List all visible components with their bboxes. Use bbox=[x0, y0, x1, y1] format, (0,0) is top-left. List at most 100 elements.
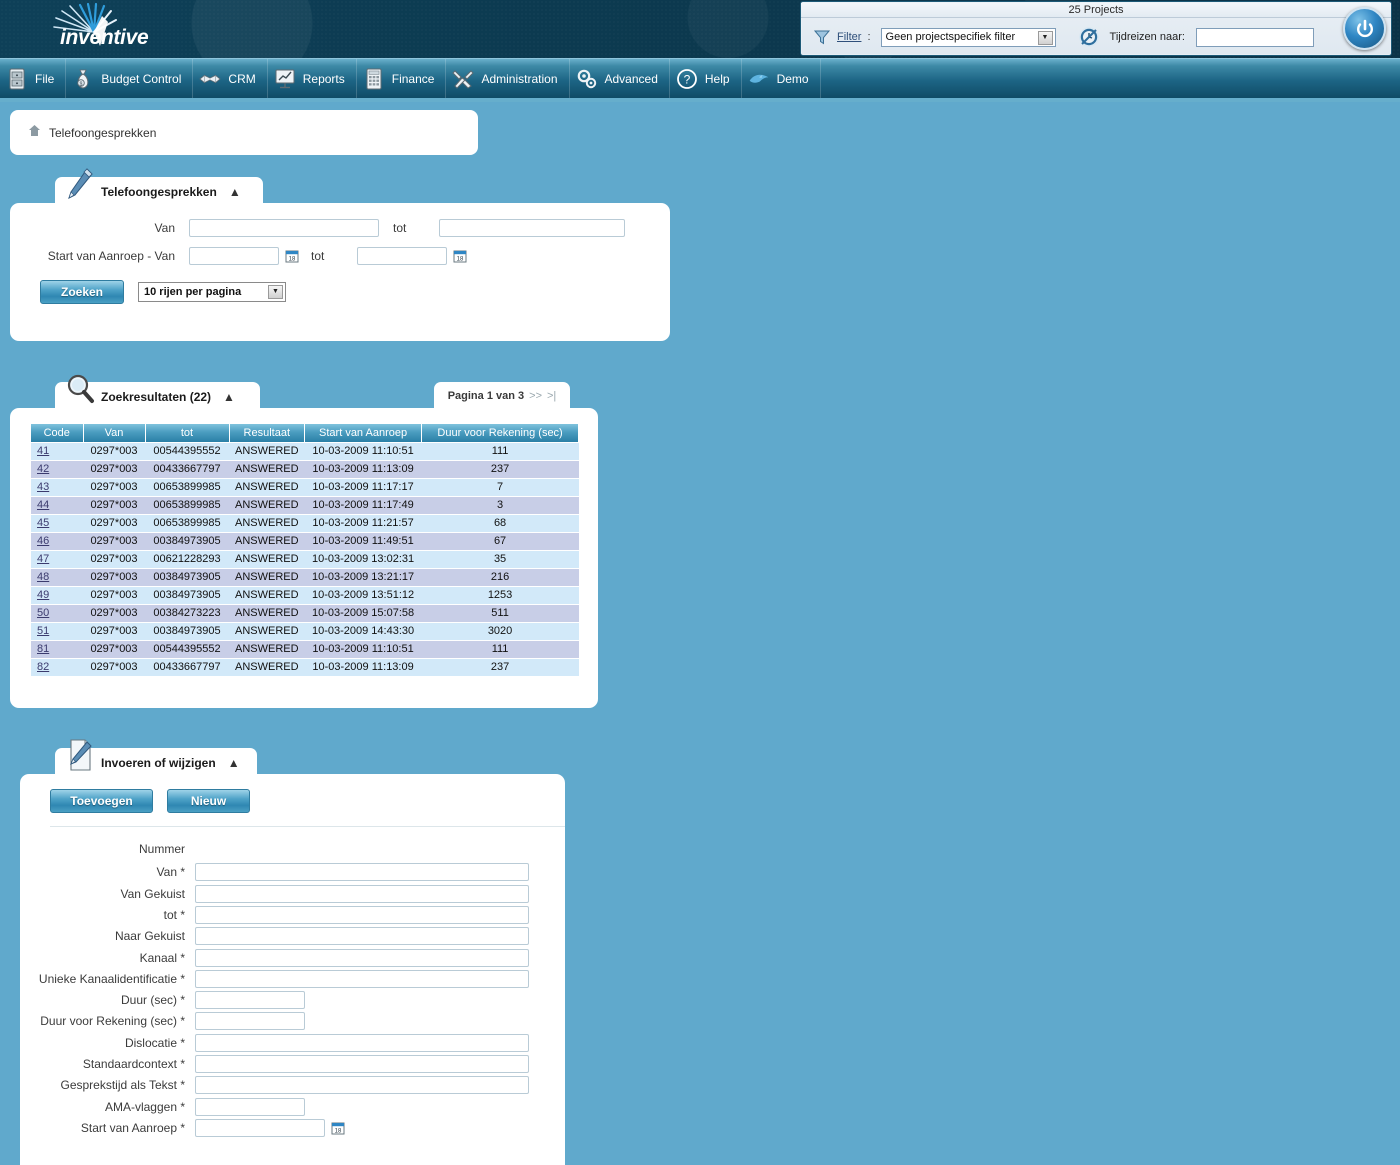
menu-item-reports[interactable]: Reports bbox=[268, 59, 357, 99]
results-panel-tab[interactable]: Zoekresultaten (22) ▲​ bbox=[55, 382, 260, 411]
cell-code[interactable]: 42 bbox=[31, 460, 83, 478]
chevron-up-icon[interactable]: ▲​ bbox=[228, 756, 240, 770]
cell-start: 10-03-2009 11:49:51 bbox=[305, 532, 422, 550]
cell-code[interactable]: 41 bbox=[31, 442, 83, 460]
search-input-start-tot[interactable] bbox=[357, 247, 447, 265]
edit-field-input[interactable] bbox=[195, 1034, 529, 1052]
menu-item-advanced[interactable]: Advanced bbox=[570, 59, 670, 99]
menu-item-demo[interactable]: Demo bbox=[742, 59, 821, 99]
cell-van: 0297*003 bbox=[83, 442, 145, 460]
row-code-link[interactable]: 51 bbox=[37, 625, 49, 637]
edit-field-input[interactable] bbox=[195, 991, 305, 1009]
cell-code[interactable]: 44 bbox=[31, 496, 83, 514]
power-button[interactable] bbox=[1343, 7, 1386, 50]
search-panel-tab[interactable]: Telefoongesprekken ▲​ bbox=[55, 177, 263, 206]
cell-code[interactable]: 46 bbox=[31, 532, 83, 550]
pager-next-link[interactable]: >> bbox=[529, 390, 542, 402]
money-bag-icon: $ bbox=[72, 67, 94, 91]
cell-code[interactable]: 43 bbox=[31, 478, 83, 496]
document-pen-icon bbox=[63, 736, 97, 776]
edit-field-input[interactable] bbox=[195, 927, 529, 945]
cell-code[interactable]: 50 bbox=[31, 604, 83, 622]
edit-field-input[interactable] bbox=[195, 1119, 325, 1137]
search-button[interactable]: Zoeken bbox=[40, 280, 124, 304]
row-code-link[interactable]: 48 bbox=[37, 571, 49, 583]
edit-field-input[interactable] bbox=[195, 1012, 305, 1030]
cell-code[interactable]: 47 bbox=[31, 550, 83, 568]
row-code-link[interactable]: 41 bbox=[37, 445, 49, 457]
table-row: 470297*00300621228293ANSWERED10-03-2009 … bbox=[31, 550, 579, 568]
edit-field-row: Naar Gekuist bbox=[20, 927, 529, 945]
table-row: 440297*00300653899985ANSWERED10-03-2009 … bbox=[31, 496, 579, 514]
menu-item-administration[interactable]: Administration bbox=[446, 59, 569, 99]
calendar-icon[interactable]: 18 bbox=[285, 249, 299, 263]
edit-field-input[interactable] bbox=[195, 885, 529, 903]
cell-code[interactable]: 48 bbox=[31, 568, 83, 586]
menu-item-crm[interactable]: CRM bbox=[193, 59, 267, 99]
cell-code[interactable]: 81 bbox=[31, 640, 83, 658]
rows-per-page-select[interactable]: 10 rijen per pagina ▼ bbox=[138, 282, 286, 302]
row-code-link[interactable]: 44 bbox=[37, 499, 49, 511]
column-header-resultaat[interactable]: Resultaat bbox=[229, 424, 305, 442]
search-input-start-van[interactable] bbox=[189, 247, 279, 265]
menu-item-finance[interactable]: Finance bbox=[357, 59, 447, 99]
time-travel-clock-icon[interactable] bbox=[1078, 26, 1100, 48]
menu-item-budget-control[interactable]: $ Budget Control bbox=[66, 59, 193, 99]
cell-van: 0297*003 bbox=[83, 604, 145, 622]
filter-colon: : bbox=[867, 31, 870, 43]
row-code-link[interactable]: 42 bbox=[37, 463, 49, 475]
company-logo[interactable]: inventive bbox=[32, 2, 192, 56]
chevron-up-icon[interactable]: ▲​ bbox=[223, 390, 235, 404]
new-button[interactable]: Nieuw bbox=[167, 789, 250, 813]
project-count-label: 25 Projects bbox=[801, 3, 1391, 18]
cell-tot: 00653899985 bbox=[145, 514, 229, 532]
row-code-link[interactable]: 82 bbox=[37, 661, 49, 673]
calendar-icon[interactable]: 18 bbox=[331, 1121, 345, 1135]
filter-link[interactable]: Filter bbox=[837, 31, 861, 43]
home-icon[interactable] bbox=[28, 124, 41, 142]
cell-resultaat: ANSWERED bbox=[229, 460, 305, 478]
row-code-link[interactable]: 81 bbox=[37, 643, 49, 655]
column-header-duur[interactable]: Duur voor Rekening (sec) bbox=[422, 424, 579, 442]
breadcrumb-current-page[interactable]: Telefoongesprekken bbox=[49, 126, 156, 140]
row-code-link[interactable]: 43 bbox=[37, 481, 49, 493]
edit-field-input[interactable] bbox=[195, 970, 529, 988]
row-code-link[interactable]: 46 bbox=[37, 535, 49, 547]
chevron-down-icon[interactable]: ▼ bbox=[1038, 31, 1053, 45]
cell-van: 0297*003 bbox=[83, 586, 145, 604]
pager-last-link[interactable]: >| bbox=[547, 390, 556, 402]
row-code-link[interactable]: 49 bbox=[37, 589, 49, 601]
cell-resultaat: ANSWERED bbox=[229, 514, 305, 532]
project-filter-select[interactable]: Geen projectspecifiek filter ▼ bbox=[881, 28, 1056, 47]
chevron-up-icon[interactable]: ▲​ bbox=[229, 185, 241, 199]
row-code-link[interactable]: 50 bbox=[37, 607, 49, 619]
chevron-down-icon[interactable]: ▼ bbox=[268, 285, 283, 299]
add-button[interactable]: Toevoegen bbox=[50, 789, 153, 813]
edit-field-input[interactable] bbox=[195, 863, 529, 881]
row-code-link[interactable]: 47 bbox=[37, 553, 49, 565]
calendar-icon[interactable]: 18 bbox=[453, 249, 467, 263]
handshake-icon bbox=[199, 67, 221, 91]
cell-code[interactable]: 49 bbox=[31, 586, 83, 604]
edit-field-input[interactable] bbox=[195, 949, 529, 967]
menu-item-file[interactable]: File bbox=[0, 59, 66, 99]
edit-field-input[interactable] bbox=[195, 1055, 529, 1073]
column-header-van[interactable]: Van bbox=[83, 424, 145, 442]
column-header-tot[interactable]: tot bbox=[145, 424, 229, 442]
edit-field-input[interactable] bbox=[195, 1076, 529, 1094]
menu-item-help[interactable]: ? Help bbox=[670, 59, 742, 99]
search-input-tot[interactable] bbox=[439, 219, 625, 237]
cell-code[interactable]: 51 bbox=[31, 622, 83, 640]
cell-code[interactable]: 45 bbox=[31, 514, 83, 532]
edit-panel-title: Invoeren of wijzigen bbox=[101, 756, 216, 770]
cell-duur: 237 bbox=[422, 460, 579, 478]
edit-panel-tab[interactable]: Invoeren of wijzigen ▲​ bbox=[55, 748, 257, 777]
edit-field-input[interactable] bbox=[195, 906, 529, 924]
column-header-start[interactable]: Start van Aanroep bbox=[305, 424, 422, 442]
search-input-van[interactable] bbox=[189, 219, 379, 237]
edit-field-input[interactable] bbox=[195, 1098, 305, 1116]
column-header-code[interactable]: Code bbox=[31, 424, 83, 442]
timetravel-input[interactable] bbox=[1196, 28, 1314, 47]
cell-code[interactable]: 82 bbox=[31, 658, 83, 676]
row-code-link[interactable]: 45 bbox=[37, 517, 49, 529]
